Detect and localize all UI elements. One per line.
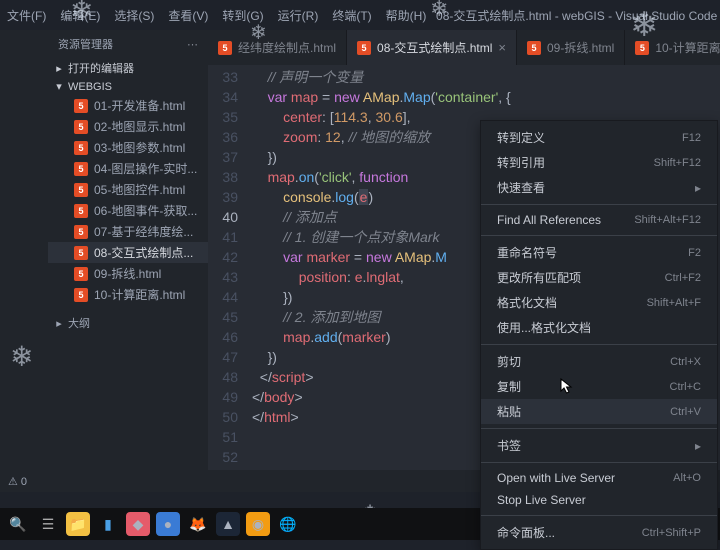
context-menu-item[interactable]: 使用...格式化文档 (481, 315, 717, 340)
context-menu-item[interactable]: 更改所有匹配项Ctrl+F2 (481, 265, 717, 290)
tab[interactable]: 510-计算距离.html (625, 30, 720, 65)
window-title: 08-交互式绘制点.html - webGIS - Visual Studio … (433, 7, 720, 24)
close-icon[interactable]: × (498, 40, 506, 55)
file-item[interactable]: 501-开发准备.html (48, 95, 208, 116)
chevron-right-icon: ▸ (54, 62, 64, 75)
tab[interactable]: 508-交互式绘制点.html× (347, 30, 517, 65)
opened-editors-section[interactable]: ▸ 打开的编辑器 (48, 58, 208, 78)
taskbar-taskview-icon[interactable]: ☰ (36, 512, 60, 536)
file-item[interactable]: 507-基于经纬度绘... (48, 221, 208, 242)
taskbar-app-icon[interactable]: ▲ (216, 512, 240, 536)
chevron-down-icon: ▾ (54, 80, 64, 93)
status-problems[interactable]: ⚠ 0 (8, 475, 27, 488)
context-menu-item[interactable]: 重命名符号F2 (481, 240, 717, 265)
chevron-right-icon: ▸ (54, 317, 64, 330)
menu-help[interactable]: 帮助(H) (379, 7, 434, 24)
editor-tabs: 5经纬度绘制点.html508-交互式绘制点.html×509-拆线.html5… (208, 30, 720, 65)
sidebar: 资源管理器 ⋯ ▸ 打开的编辑器 ▾ WEBGIS 501-开发准备.html5… (48, 30, 208, 470)
menu-select[interactable]: 选择(S) (107, 7, 161, 24)
outline-section[interactable]: ▸ 大纲 (48, 311, 208, 335)
context-menu-item[interactable]: Find All ReferencesShift+Alt+F12 (481, 209, 717, 231)
taskbar-app-icon[interactable]: ◉ (246, 512, 270, 536)
file-item[interactable]: 503-地图参数.html (48, 137, 208, 158)
folder-section[interactable]: ▾ WEBGIS (48, 78, 208, 95)
file-item[interactable]: 505-地图控件.html (48, 179, 208, 200)
html-icon: 5 (218, 41, 232, 55)
tab[interactable]: 5经纬度绘制点.html (208, 30, 347, 65)
file-item[interactable]: 509-拆线.html (48, 263, 208, 284)
taskbar-firefox-icon[interactable]: 🦊 (186, 512, 210, 536)
html-icon: 5 (74, 246, 88, 260)
menu-goto[interactable]: 转到(G) (215, 7, 270, 24)
html-icon: 5 (74, 141, 88, 155)
taskbar-explorer-icon[interactable]: 📁 (66, 512, 90, 536)
taskbar-search-icon[interactable]: 🔍 (6, 512, 30, 536)
context-menu: 转到定义F12转到引用Shift+F12快速查看▸ Find All Refere… (480, 120, 718, 550)
taskbar-vscode-icon[interactable]: ▮ (96, 512, 120, 536)
context-menu-item[interactable]: 复制Ctrl+C (481, 374, 717, 399)
file-item[interactable]: 508-交互式绘制点... (48, 242, 208, 263)
context-menu-item[interactable]: 快速查看▸ (481, 175, 717, 200)
tab[interactable]: 509-拆线.html (517, 30, 625, 65)
mouse-cursor (560, 378, 574, 396)
html-icon: 5 (74, 204, 88, 218)
context-menu-item[interactable]: 书签▸ (481, 433, 717, 458)
html-icon: 5 (74, 225, 88, 239)
context-menu-item[interactable]: 转到定义F12 (481, 125, 717, 150)
context-menu-item[interactable]: Stop Live Server (481, 489, 717, 511)
html-icon: 5 (635, 41, 649, 55)
context-menu-item[interactable]: 命令面板...Ctrl+Shift+P (481, 520, 717, 545)
file-item[interactable]: 506-地图事件-获取... (48, 200, 208, 221)
line-gutter: 3334353637383940414243444546474849505152 (208, 65, 252, 470)
html-icon: 5 (357, 41, 371, 55)
menu-terminal[interactable]: 终端(T) (325, 7, 378, 24)
file-item[interactable]: 504-图层操作-实时... (48, 158, 208, 179)
html-icon: 5 (74, 183, 88, 197)
menu-run[interactable]: 运行(R) (271, 7, 326, 24)
file-item[interactable]: 502-地图显示.html (48, 116, 208, 137)
taskbar-app-icon[interactable]: ● (156, 512, 180, 536)
html-icon: 5 (74, 99, 88, 113)
context-menu-item[interactable]: 格式化文档Shift+Alt+F (481, 290, 717, 315)
new-file-icon[interactable]: ⋯ (187, 38, 198, 51)
menu-file[interactable]: 文件(F) (0, 7, 53, 24)
context-menu-item[interactable]: Open with Live ServerAlt+O (481, 467, 717, 489)
html-icon: 5 (74, 120, 88, 134)
html-icon: 5 (74, 162, 88, 176)
activity-bar (0, 30, 48, 470)
context-menu-item[interactable]: 粘贴Ctrl+V (481, 399, 717, 424)
file-item[interactable]: 510-计算距离.html (48, 284, 208, 305)
titlebar: 文件(F) 编辑(E) 选择(S) 查看(V) 转到(G) 运行(R) 终端(T… (0, 0, 720, 30)
context-menu-item[interactable]: 转到引用Shift+F12 (481, 150, 717, 175)
menu-edit[interactable]: 编辑(E) (53, 7, 107, 24)
taskbar-app-icon[interactable]: ◆ (126, 512, 150, 536)
html-icon: 5 (527, 41, 541, 55)
sidebar-title: 资源管理器 ⋯ (48, 30, 208, 58)
html-icon: 5 (74, 288, 88, 302)
html-icon: 5 (74, 267, 88, 281)
taskbar-chrome-icon[interactable]: 🌐 (276, 512, 300, 536)
context-menu-item[interactable]: 剪切Ctrl+X (481, 349, 717, 374)
menu-view[interactable]: 查看(V) (161, 7, 215, 24)
